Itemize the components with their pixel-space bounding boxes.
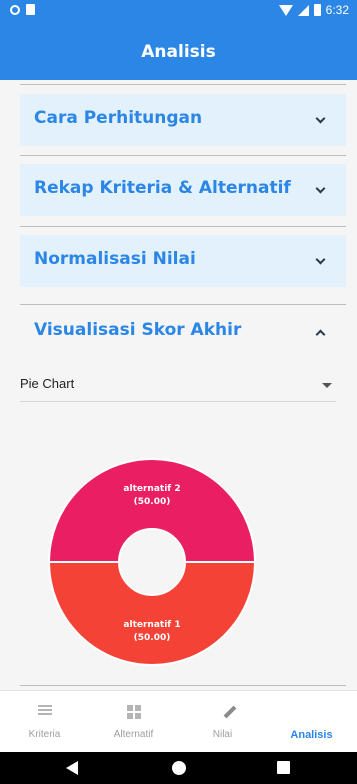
pencil-icon [223, 705, 236, 719]
nav-label: Nilai [212, 729, 233, 740]
panel-cara-perhitungan[interactable]: Cara Perhitungan [20, 94, 346, 146]
divider [20, 84, 346, 85]
slice-value-label: (50.00) [134, 497, 171, 507]
panel-title[interactable]: Visualisasi Skor Akhir [34, 320, 241, 340]
panel-title: Rekap Kriteria & Alternatif [34, 178, 291, 198]
status-time: 6:32 [325, 3, 349, 17]
pie-slice-2 [47, 561, 257, 666]
divider [20, 685, 346, 686]
battery-icon [313, 4, 321, 16]
bottom-navigation: Kriteria Alternatif Nilai Analisis [0, 690, 357, 752]
grid-icon [126, 705, 141, 719]
status-bar: 6:32 [0, 0, 357, 24]
divider [20, 304, 346, 305]
nav-item-nilai[interactable]: Nilai [178, 691, 267, 753]
home-icon[interactable] [172, 761, 186, 775]
slice-value-label: (50.00) [134, 633, 171, 643]
chart-type-value: Pie Chart [20, 376, 75, 391]
notification-dot-icon [10, 4, 20, 15]
page-title: Analisis [141, 42, 216, 62]
donut-chart: alternatif 2 (50.00) alternatif 1 (50.00) [47, 458, 257, 666]
chevron-down-icon[interactable] [315, 113, 326, 124]
chevron-up-icon[interactable] [315, 329, 326, 340]
wifi-icon [278, 4, 293, 16]
panel-normalisasi-nilai[interactable]: Normalisasi Nilai [20, 235, 346, 287]
nav-label: Alternatif [113, 729, 154, 740]
recents-icon[interactable] [277, 761, 290, 774]
nav-item-analisis[interactable]: Analisis [267, 691, 356, 753]
app-screen: 6:32 Analisis Cara Perhitungan Rekap Kri… [0, 0, 357, 784]
panel-title: Normalisasi Nilai [34, 249, 196, 269]
nav-label: Analisis [290, 729, 333, 741]
content-area[interactable]: Cara Perhitungan Rekap Kriteria & Altern… [0, 80, 357, 690]
pie-slice-1 [47, 458, 257, 563]
divider [20, 155, 346, 156]
chevron-down-icon[interactable] [315, 254, 326, 265]
panel-title: Cara Perhitungan [34, 108, 203, 128]
system-navigation-bar [0, 752, 357, 784]
panel-rekap-kriteria-alternatif[interactable]: Rekap Kriteria & Alternatif [20, 164, 346, 216]
list-icon [37, 705, 52, 715]
cell-signal-icon [297, 4, 309, 16]
slice-label: alternatif 1 [123, 620, 180, 630]
nav-item-alternatif[interactable]: Alternatif [89, 691, 178, 753]
dropdown-caret-icon [322, 383, 332, 388]
slice-label: alternatif 2 [123, 484, 180, 494]
back-icon[interactable] [66, 761, 78, 775]
divider [20, 226, 346, 227]
app-bar: 6:32 Analisis [0, 0, 357, 80]
nav-item-kriteria[interactable]: Kriteria [0, 691, 89, 753]
sim-card-icon [26, 4, 35, 15]
nav-label: Kriteria [28, 729, 61, 740]
chevron-down-icon[interactable] [315, 183, 326, 194]
chart-type-select[interactable]: Pie Chart [20, 370, 336, 402]
panel-visualisasi-skor-akhir: Visualisasi Skor Akhir Pie Chart alterna… [20, 306, 346, 684]
